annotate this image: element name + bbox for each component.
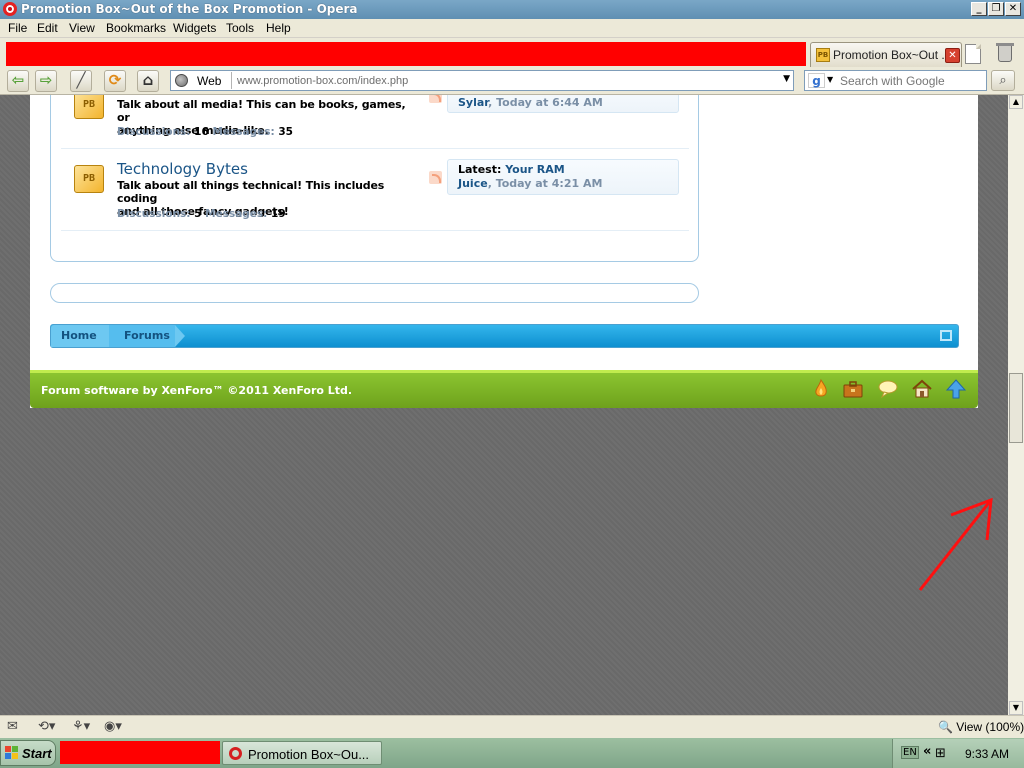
node-icon: PB [73, 161, 105, 195]
pencil-icon: ╱ [76, 71, 86, 89]
magnifier-icon: ⌕ [999, 73, 1007, 88]
tab-promotion-box[interactable]: PB Promotion Box~Out ... ✕ [810, 42, 962, 67]
forward-button[interactable]: ⇨ [35, 70, 57, 92]
taskbar-item-label: Promotion Box~Ou... [248, 747, 370, 762]
forum-footer: Forum software by XenForo™ ©2011 XenForo… [30, 370, 978, 408]
search-field[interactable]: g ▼ Search with Google [804, 70, 987, 91]
clock: 9:33 AM [965, 747, 1010, 761]
chat-bubble-icon[interactable] [877, 378, 899, 400]
opera-logo-icon [229, 747, 242, 760]
page-viewport: PB Talk about all media! This can be boo… [0, 95, 1008, 715]
panels-toggle-icon[interactable]: ✉ [7, 719, 18, 734]
minimize-button[interactable]: _ [971, 2, 987, 16]
back-arrow-icon: ⇦ [11, 71, 25, 89]
forward-arrow-icon: ⇨ [39, 71, 53, 89]
home-icon: ⌂ [142, 71, 154, 89]
menu-bookmarks[interactable]: Bookmarks [106, 21, 166, 35]
search-placeholder: Search with Google [840, 74, 945, 88]
menu-file[interactable]: File [8, 21, 27, 35]
empty-panel [50, 283, 699, 303]
status-bar [0, 715, 1024, 738]
search-button[interactable]: ⌕ [991, 70, 1015, 91]
node-title-link[interactable]: Technology Bytes [117, 160, 248, 178]
latest-post-box: Latest: Your RAM Juice, Today at 4:21 AM [447, 159, 679, 195]
zoom-magnifier-icon: 🔍 [938, 720, 953, 734]
tray-expand-icon[interactable]: « [923, 744, 931, 759]
rss-feed-icon[interactable] [429, 95, 442, 103]
address-url[interactable]: www.promotion-box.com/index.php [237, 75, 408, 87]
unite-icon[interactable]: ⚘▾ [72, 719, 90, 734]
edit-button[interactable]: ╱ [70, 70, 92, 92]
redacted-block [60, 741, 220, 764]
latest-label: Latest: [458, 163, 502, 176]
redacted-block [6, 42, 806, 66]
menu-tools[interactable]: Tools [226, 21, 254, 35]
menu-edit[interactable]: Edit [37, 21, 58, 35]
address-mode-label: Web [197, 74, 222, 88]
language-indicator[interactable]: EN [901, 746, 919, 759]
annotation-arrow-icon [918, 497, 993, 591]
menu-bar: File Edit View Bookmarks Widgets Tools H… [0, 19, 1024, 38]
back-button[interactable]: ⇦ [7, 70, 29, 92]
opera-logo-icon [3, 2, 17, 16]
flame-icon[interactable] [810, 378, 832, 400]
tab-close-icon[interactable]: ✕ [945, 48, 960, 63]
forum-node-list: PB Talk about all media! This can be boo… [50, 95, 699, 262]
node-stats: Discussions: 16 Messages: 35 [117, 126, 293, 138]
footer-copyright[interactable]: Forum software by XenForo™ ©2011 XenForo… [41, 384, 352, 397]
menu-view[interactable]: View [69, 21, 95, 35]
breadcrumb-home[interactable]: Home [51, 325, 119, 347]
window-title-bar: Promotion Box~Out of the Box Promotion -… [0, 0, 1024, 19]
menu-help[interactable]: Help [266, 21, 291, 35]
google-logo-icon[interactable]: g [808, 73, 825, 88]
node-divider [61, 230, 689, 231]
forum-page: PB Talk about all media! This can be boo… [30, 95, 978, 408]
scrollbar-thumb[interactable] [1009, 373, 1023, 443]
sync-icon[interactable]: ⟲▾ [38, 719, 55, 734]
site-favicon-icon: PB [816, 48, 830, 62]
up-arrow-icon[interactable] [945, 378, 967, 400]
new-tab-page-icon[interactable] [965, 44, 981, 64]
windows-logo-icon [5, 746, 18, 759]
rss-feed-icon[interactable] [429, 171, 442, 184]
scroll-up-arrow-icon[interactable]: ▲ [1009, 95, 1023, 109]
trash-can-icon[interactable] [996, 43, 1014, 62]
window-title: Promotion Box~Out of the Box Promotion -… [21, 2, 358, 16]
briefcase-icon[interactable] [842, 378, 864, 400]
node-stats: Discussions: 5 Messages: 19 [117, 208, 286, 220]
home-button[interactable]: ⌂ [137, 70, 159, 92]
network-icon[interactable]: ⊞ [935, 746, 946, 761]
latest-time: , Today at 4:21 AM [487, 177, 603, 190]
jump-to-icon[interactable] [940, 330, 952, 341]
zoom-level[interactable]: 🔍 View (100%) [938, 720, 1024, 734]
node-divider [61, 148, 689, 149]
latest-time: , Today at 6:44 AM [488, 96, 603, 109]
restore-button[interactable]: ❐ [988, 2, 1004, 16]
close-button[interactable]: ✕ [1005, 2, 1021, 16]
latest-user-link[interactable]: Juice [458, 177, 488, 190]
address-separator [231, 72, 232, 89]
latest-post-box: Sylar, Today at 6:44 AM [447, 95, 679, 113]
reload-icon: ⟳ [108, 71, 122, 89]
tab-label: Promotion Box~Out ... [833, 48, 952, 62]
chevron-down-icon[interactable]: ▼ [783, 74, 790, 84]
turbo-icon[interactable]: ◉▾ [104, 719, 122, 734]
breadcrumb: Home Forums [50, 324, 959, 348]
latest-thread-link[interactable]: Your RAM [505, 163, 565, 176]
search-engine-dropdown-icon[interactable]: ▼ [827, 75, 833, 84]
menu-widgets[interactable]: Widgets [173, 21, 216, 35]
node-icon: PB [73, 95, 105, 121]
breadcrumb-forums[interactable]: Forums [109, 325, 185, 347]
taskbar-item-opera[interactable]: Promotion Box~Ou... [222, 741, 382, 765]
address-field[interactable]: Web www.promotion-box.com/index.php ▼ [170, 70, 794, 91]
scroll-down-arrow-icon[interactable]: ▼ [1009, 701, 1023, 715]
globe-icon [175, 74, 188, 87]
start-label: Start [22, 746, 52, 761]
start-button[interactable]: Start [0, 740, 56, 766]
latest-user-link[interactable]: Sylar [458, 96, 488, 109]
system-tray: EN « ⊞ 9:33 AM [892, 739, 1024, 768]
home-icon[interactable] [911, 378, 933, 400]
reload-button[interactable]: ⟳ [104, 70, 126, 92]
